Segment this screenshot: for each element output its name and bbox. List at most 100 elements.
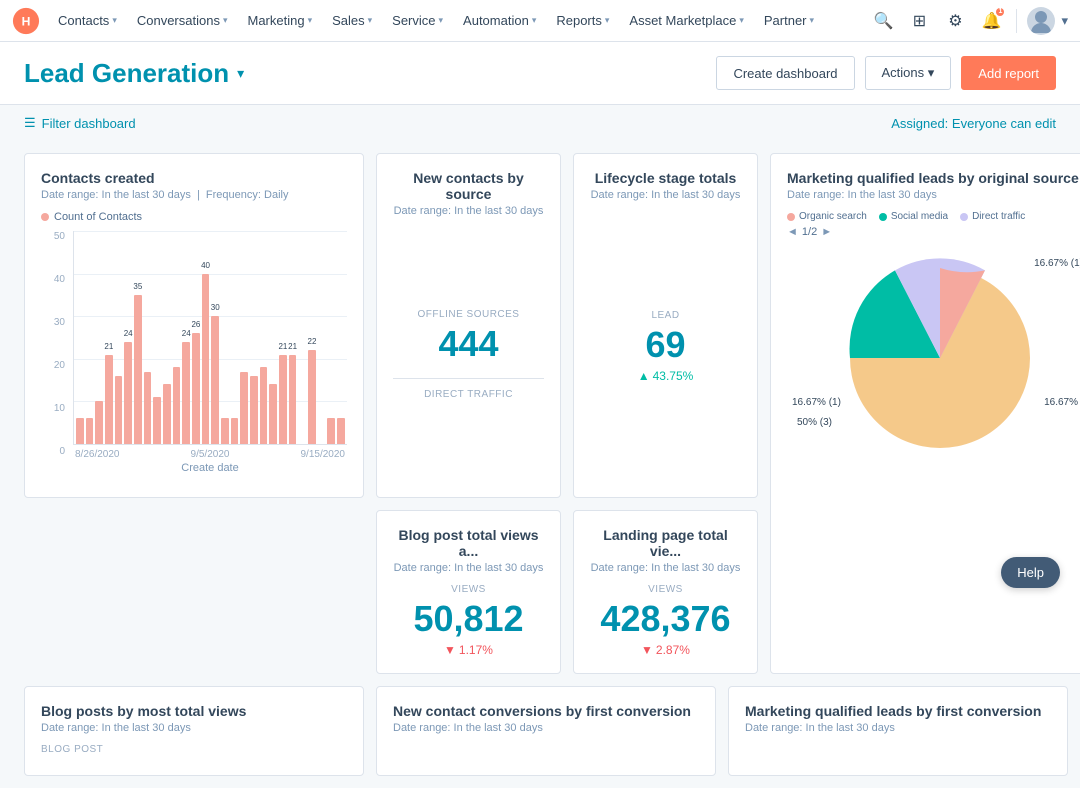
hubspot-logo[interactable]: H — [12, 7, 40, 35]
add-report-button[interactable]: Add report — [961, 56, 1056, 90]
user-dropdown-chevron[interactable]: ▾ — [1061, 13, 1068, 29]
nav-automation[interactable]: Automation ▾ — [453, 0, 546, 42]
bar-item — [231, 231, 239, 444]
assigned-value[interactable]: Everyone can edit — [952, 116, 1056, 131]
bar-item — [173, 231, 181, 444]
filter-assigned: Assigned: Everyone can edit — [891, 116, 1056, 131]
mql-next-btn[interactable]: ► — [821, 226, 832, 238]
bar-item — [115, 231, 123, 444]
mql-title: Marketing qualified leads by original so… — [787, 170, 1080, 186]
page-title-row: Lead Generation ▾ — [24, 58, 244, 89]
blog-change: ▼ 1.17% — [444, 643, 493, 657]
nav-asset-marketplace[interactable]: Asset Marketplace ▾ — [619, 0, 753, 42]
mql-legend: Organic search Social media Direct traff… — [787, 211, 1080, 222]
pie-label-2: 16.67% (1) — [1044, 397, 1080, 408]
bar-item — [250, 231, 258, 444]
notification-badge: 1 — [996, 8, 1004, 16]
title-dropdown-icon[interactable]: ▾ — [237, 65, 244, 82]
nav-marketing[interactable]: Marketing ▾ — [237, 0, 322, 42]
search-icon[interactable]: 🔍 — [868, 6, 898, 36]
landing-page-card: Landing page total vie... Date range: In… — [573, 510, 758, 674]
bar-item: 24 — [182, 231, 190, 444]
bar-item: 21 — [289, 231, 297, 444]
nav-conversations[interactable]: Conversations ▾ — [127, 0, 238, 42]
bottom-card-3-subtitle: Date range: In the last 30 days — [745, 722, 1051, 734]
pie-label-4: 16.67% (1) — [792, 397, 841, 408]
create-dashboard-button[interactable]: Create dashboard — [716, 56, 854, 90]
bottom-card-1-subtitle: Date range: In the last 30 days — [41, 722, 347, 734]
nav-right: 🔍 ⊞ ⚙ 🔔 1 ▾ — [868, 6, 1068, 36]
bar-item — [95, 231, 103, 444]
legend-label: Count of Contacts — [54, 211, 142, 223]
help-button[interactable]: Help — [1001, 557, 1060, 588]
top-nav: H Contacts ▾ Conversations ▾ Marketing ▾… — [0, 0, 1080, 42]
direct-label: DIRECT TRAFFIC — [424, 389, 513, 400]
mql-subtitle: Date range: In the last 30 days — [787, 189, 1080, 201]
bottom-card-2-subtitle: Date range: In the last 30 days — [393, 722, 699, 734]
marketplace-icon[interactable]: ⊞ — [904, 6, 934, 36]
actions-button[interactable]: Actions ▾ — [865, 56, 952, 90]
bottom-card-1-title: Blog posts by most total views — [41, 703, 347, 719]
avatar[interactable] — [1027, 7, 1055, 35]
new-contacts-card: New contacts by source Date range: In th… — [376, 153, 561, 498]
bar-item — [298, 231, 306, 444]
settings-icon[interactable]: ⚙ — [940, 6, 970, 36]
nav-reports[interactable]: Reports ▾ — [546, 0, 619, 42]
mql-nav: ◄ 1/2 ► — [787, 226, 1080, 238]
blog-most-views-card: Blog posts by most total views Date rang… — [24, 686, 364, 776]
bar-item: 21 — [105, 231, 113, 444]
filter-icon: ☰ — [24, 115, 36, 131]
dashboard-grid: Contacts created Date range: In the last… — [0, 141, 1080, 686]
blog-post-card: Blog post total views a... Date range: I… — [376, 510, 561, 674]
bar-item — [221, 231, 229, 444]
bars-area: 21243524264030212122 — [74, 231, 347, 444]
pie-label-1: 16.67% (1) — [1034, 258, 1080, 269]
bottom-col-label: BLOG POST — [41, 744, 347, 755]
legend-organic-label: Organic search — [799, 211, 867, 222]
offline-label: OFFLINE SOURCES — [418, 309, 520, 320]
new-contact-conversions-card: New contact conversions by first convers… — [376, 686, 716, 776]
nav-service[interactable]: Service ▾ — [382, 0, 453, 42]
bar-item: 35 — [134, 231, 142, 444]
nav-contacts[interactable]: Contacts ▾ — [48, 0, 127, 42]
landing-views-label: VIEWS — [648, 584, 683, 595]
contacts-created-subtitle: Date range: In the last 30 days | Freque… — [41, 189, 347, 201]
filter-dashboard-btn[interactable]: ☰ Filter dashboard — [24, 115, 136, 131]
blog-subtitle: Date range: In the last 30 days — [393, 562, 544, 574]
bar-item: 21 — [279, 231, 287, 444]
bar-item: 40 — [202, 231, 210, 444]
legend-dot — [41, 213, 49, 221]
notifications-icon[interactable]: 🔔 1 — [976, 6, 1006, 36]
nav-partner[interactable]: Partner ▾ — [754, 0, 824, 42]
offline-value: 444 — [438, 326, 498, 362]
sub-header: Lead Generation ▾ Create dashboard Actio… — [0, 42, 1080, 105]
bar-item — [318, 231, 326, 444]
bar-item: 30 — [211, 231, 219, 444]
lifecycle-title: Lifecycle stage totals — [590, 170, 741, 186]
bar-item — [153, 231, 161, 444]
bar-item — [76, 231, 84, 444]
contacts-created-card: Contacts created Date range: In the last… — [24, 153, 364, 498]
bottom-row: Blog posts by most total views Date rang… — [0, 686, 1080, 788]
bottom-card-2-title: New contact conversions by first convers… — [393, 703, 699, 719]
nav-items: Contacts ▾ Conversations ▾ Marketing ▾ S… — [48, 0, 868, 42]
header-actions: Create dashboard Actions ▾ Add report — [716, 56, 1056, 90]
landing-title: Landing page total vie... — [590, 527, 741, 559]
nav-sales[interactable]: Sales ▾ — [322, 0, 382, 42]
bar-item — [260, 231, 268, 444]
mql-prev-btn[interactable]: ◄ — [787, 226, 798, 238]
y-axis: 50 40 30 20 10 0 — [41, 231, 69, 457]
pie-label-3: 50% (3) — [797, 417, 832, 428]
stage-change: ▲ 43.75% — [638, 369, 694, 383]
new-contacts-subtitle: Date range: In the last 30 days — [393, 205, 544, 217]
filter-label: Filter dashboard — [42, 116, 136, 131]
up-arrow-icon: ▲ — [638, 369, 650, 383]
stat-divider — [393, 378, 544, 379]
bar-item: 26 — [192, 231, 200, 444]
bottom-card-3-title: Marketing qualified leads by first conve… — [745, 703, 1051, 719]
bar-item — [337, 231, 345, 444]
legend-direct-label: Direct traffic — [972, 211, 1025, 222]
bars-container: 21243524264030212122 — [73, 231, 347, 445]
bar-item: 22 — [308, 231, 316, 444]
legend-organic-dot — [787, 213, 795, 221]
